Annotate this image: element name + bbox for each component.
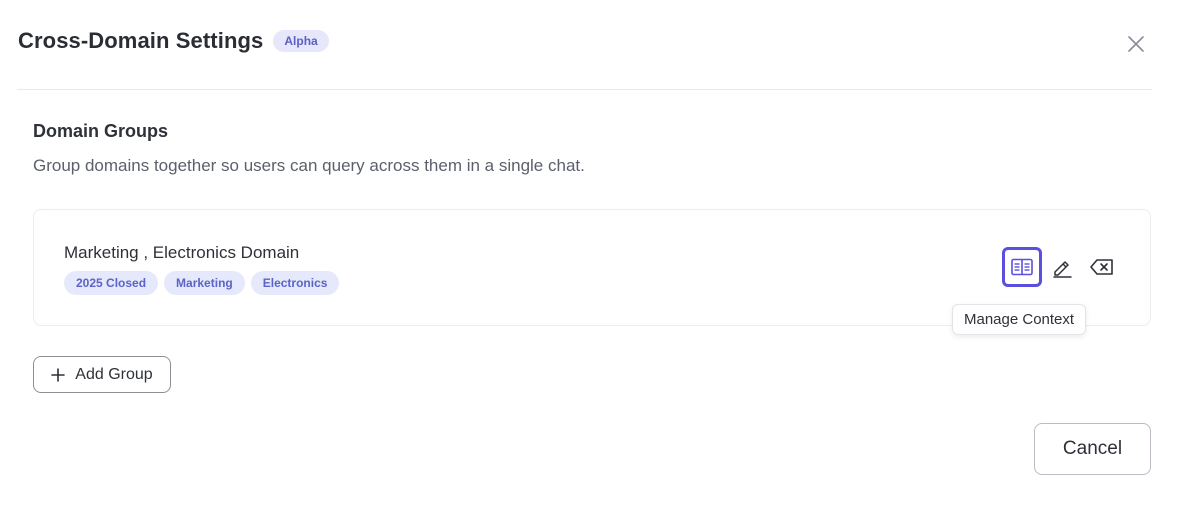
manage-context-icon xyxy=(1011,258,1033,276)
dialog-title: Cross-Domain Settings xyxy=(18,28,264,53)
edit-icon xyxy=(1053,261,1072,278)
tag-2025-closed: 2025 Closed xyxy=(64,271,159,295)
add-group-button[interactable]: Add Group xyxy=(33,356,171,393)
delete-icon xyxy=(1090,259,1113,275)
alpha-badge: Alpha xyxy=(273,30,329,52)
manage-context-tooltip: Manage Context xyxy=(952,304,1087,335)
close-button[interactable] xyxy=(1124,32,1148,56)
section-title: Domain Groups xyxy=(33,121,169,141)
tag-electronics: Electronics xyxy=(250,271,340,295)
add-group-label: Add Group xyxy=(75,365,153,383)
header-divider xyxy=(17,89,1152,90)
group-name: Marketing , Electronics Domain xyxy=(64,243,300,262)
group-tags: 2025 Closed Marketing Electronics xyxy=(64,271,340,295)
tag-marketing: Marketing xyxy=(164,271,245,295)
cancel-button[interactable]: Cancel xyxy=(1034,423,1151,475)
section-description: Group domains together so users can quer… xyxy=(33,156,585,175)
manage-context-button[interactable] xyxy=(1002,247,1042,287)
group-actions xyxy=(1002,247,1122,287)
cross-domain-settings-dialog: Cross-Domain Settings Alpha Domain Group… xyxy=(0,0,1184,507)
delete-button[interactable] xyxy=(1082,247,1122,287)
close-icon xyxy=(1128,36,1144,52)
plus-icon xyxy=(51,367,66,382)
edit-button[interactable] xyxy=(1042,247,1082,287)
dialog-header: Cross-Domain Settings Alpha xyxy=(18,28,329,54)
